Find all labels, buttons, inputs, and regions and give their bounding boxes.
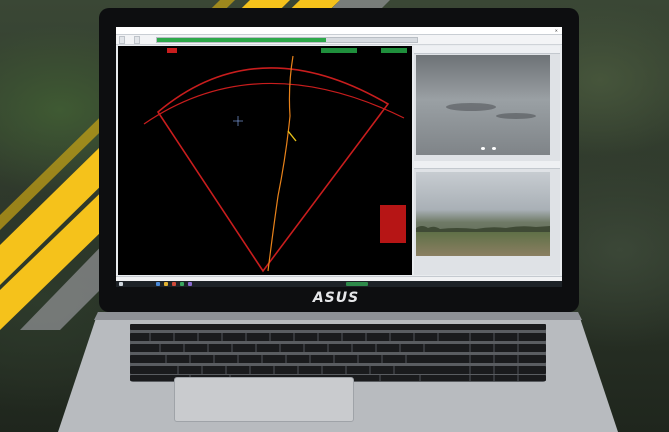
light-dot — [481, 147, 485, 150]
progress-fill — [157, 38, 326, 42]
camera-view-sky[interactable] — [416, 55, 550, 155]
taskbar-app-icon[interactable] — [188, 282, 192, 286]
camera-header-top — [414, 46, 560, 54]
close-icon[interactable]: ✕ — [555, 28, 558, 33]
taskbar-app-icon[interactable] — [156, 282, 160, 286]
taskbar-app-icon[interactable] — [172, 282, 176, 286]
camera-header-bottom — [414, 161, 560, 169]
radar-red-button[interactable] — [167, 48, 177, 53]
laptop-screen: ✕ — [116, 27, 562, 287]
camera-panel — [414, 46, 560, 275]
track-line — [267, 55, 294, 272]
cloud — [446, 103, 496, 111]
window-titlebar: ✕ — [116, 27, 562, 35]
taskbar-app-icon[interactable] — [180, 282, 184, 286]
cloud — [496, 113, 536, 119]
light-dot — [492, 147, 496, 150]
windows-taskbar — [116, 281, 562, 287]
radar-svg — [143, 55, 405, 273]
camera-view-field[interactable] — [416, 172, 550, 256]
radar-range-arc — [143, 82, 405, 125]
radar-display[interactable] — [118, 46, 412, 275]
tree-line — [416, 226, 550, 232]
alarm-panel — [380, 205, 406, 243]
field-ground — [416, 232, 550, 256]
brand-logo: ASUS — [312, 290, 360, 306]
keyboard-keys — [130, 324, 546, 381]
trackpad[interactable] — [174, 377, 354, 422]
toolbar-button-1[interactable] — [119, 36, 125, 44]
target-marker — [287, 130, 297, 142]
radar-green-button-2[interactable] — [381, 48, 407, 53]
progress-bar — [156, 37, 418, 43]
toolbar — [116, 35, 562, 45]
taskbar-active-app[interactable] — [346, 282, 368, 286]
toolbar-button-2[interactable] — [134, 36, 140, 44]
taskbar-app-icon[interactable] — [164, 282, 168, 286]
radar-green-button-1[interactable] — [321, 48, 357, 53]
start-icon[interactable] — [119, 282, 123, 286]
